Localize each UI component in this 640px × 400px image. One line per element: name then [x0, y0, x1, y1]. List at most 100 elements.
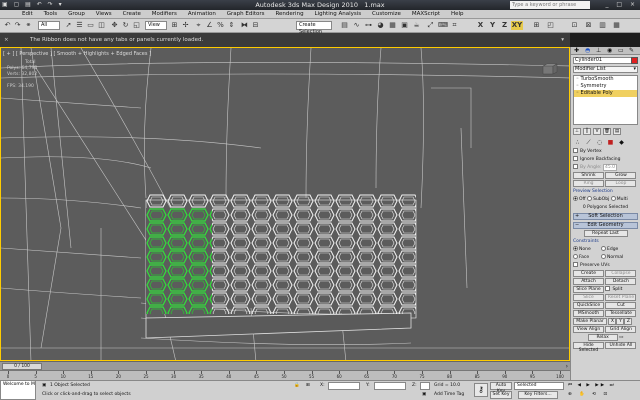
split-checkbox[interactable] [605, 286, 611, 291]
soft-selection-rollout[interactable]: + Soft Selection [573, 213, 638, 220]
modifier-list-dropdown[interactable]: Modifier List [573, 66, 638, 73]
viewcube-icon[interactable] [539, 62, 559, 76]
search-input[interactable]: Type a keyword or phrase [510, 1, 590, 9]
maxscript-listener[interactable]: Welcome to M [0, 380, 36, 400]
object-color-swatch[interactable] [631, 57, 638, 64]
menu-views[interactable]: Views [96, 10, 112, 19]
abs-rel-toggle-icon[interactable]: ⊞ [304, 382, 310, 390]
create-tab-icon[interactable]: ✚ [574, 48, 579, 54]
planar-y-button[interactable]: Y [616, 318, 625, 325]
keyboard-shortcut-icon[interactable]: ⌨ [438, 21, 448, 30]
preview-multi-radio[interactable] [610, 196, 616, 201]
relax-settings-icon[interactable]: ▭ [619, 335, 623, 340]
planar-x-button[interactable]: X [608, 318, 617, 325]
ribbon-close-icon[interactable]: × [4, 33, 9, 47]
window-controls[interactable]: _ □ × [605, 1, 638, 8]
slice-plane-button[interactable]: Slice Plane [573, 286, 604, 293]
curve-editor-icon[interactable]: ∿ [352, 21, 361, 30]
undo-icon[interactable]: ↶ [3, 21, 12, 30]
percent-snap-icon[interactable]: % [216, 21, 225, 30]
lock-selection-icon[interactable]: 🔒 [292, 382, 300, 390]
rotate-icon[interactable]: ↻ [121, 21, 130, 30]
playback-controls[interactable]: ⏮ ◀ ▶ ▶▶ ⏭ [566, 382, 616, 390]
motion-tab-icon[interactable]: ◉ [607, 48, 612, 54]
window-crossing-icon[interactable]: ◫ [97, 21, 106, 30]
vertex-level-icon[interactable]: ∴ [573, 139, 582, 147]
constraint-none-radio[interactable] [573, 246, 578, 251]
layer-icon[interactable]: ▤ [340, 21, 349, 30]
cut-button[interactable]: Cut [605, 302, 637, 309]
quickslice-button[interactable]: QuickSlice [573, 302, 604, 309]
hide-selected-button[interactable]: Hide Selected [573, 342, 604, 353]
preview-off-radio[interactable] [573, 196, 578, 201]
by-angle-row[interactable]: By Angle: 45.0 [573, 164, 638, 171]
menu-graph-editors[interactable]: Graph Editors [227, 10, 265, 19]
render-setup-icon[interactable]: ▦ [388, 21, 397, 30]
quick-access-toolbar[interactable]: ▣ ▢ ▤ ↶ ↷ ▾ [2, 1, 64, 8]
render-icon[interactable]: ☕ [412, 21, 421, 30]
time-slider[interactable]: 0 / 100 › [0, 361, 570, 370]
utilities-tab-icon[interactable]: ✎ [629, 48, 634, 54]
reset-plane-button[interactable]: Reset Plane [605, 294, 637, 301]
axis-xy-button[interactable]: XY [511, 21, 523, 30]
edit-geometry-rollout[interactable]: − Edit Geometry [573, 222, 638, 229]
configure-sets-icon[interactable]: ▤ [613, 128, 621, 135]
spinner-snap-icon[interactable]: ⇕ [227, 21, 236, 30]
transform-gizmo-icon[interactable]: ⤢ [426, 21, 435, 30]
mirror-icon[interactable]: ⧓ [240, 21, 249, 30]
ignore-backfacing-row[interactable]: Ignore Backfacing [573, 156, 638, 163]
create-button[interactable]: Create [573, 270, 604, 277]
named-selection-field[interactable]: Create Selection Set [296, 21, 332, 42]
repeat-last-button[interactable]: Repeat Last [583, 230, 628, 237]
stack-item-symmetry[interactable]: ◦ Symmetry [574, 83, 637, 90]
key-filters-button[interactable]: Key Filters... [518, 391, 558, 399]
menu-customize[interactable]: Customize [372, 10, 401, 19]
axis-x-button[interactable]: X [476, 21, 485, 30]
set-key-button[interactable]: Set Key [490, 391, 512, 399]
menu-edit[interactable]: Edit [22, 10, 33, 19]
planar-z-button[interactable]: Z [624, 318, 633, 325]
y-coord-field[interactable] [374, 382, 406, 390]
constraint-face-radio[interactable] [573, 254, 578, 259]
rect-selection-icon[interactable]: ▭ [86, 21, 95, 30]
menu-maxscript[interactable]: MAXScript [412, 10, 440, 19]
constraint-normal-radio[interactable] [601, 254, 606, 259]
viewport-layout-icon[interactable]: ⊡ [570, 21, 579, 30]
modify-tab-icon[interactable]: ◓ [585, 48, 590, 54]
reference-coord-dropdown[interactable]: View [145, 21, 167, 30]
element-level-icon[interactable]: ◆ [617, 139, 626, 147]
schematic-icon[interactable]: ⊶ [364, 21, 373, 30]
by-vertex-row[interactable]: By Vertex [573, 148, 638, 155]
key-icon[interactable]: ⚷ [474, 383, 488, 397]
scene-explorer-icon[interactable]: ▥ [598, 21, 607, 30]
perspective-viewport[interactable]: [ + ] [ Perspective ] [ Smooth + Highlig… [0, 47, 570, 361]
preserve-uvs-checkbox[interactable] [573, 262, 578, 267]
attach-button[interactable]: Attach [573, 278, 604, 285]
by-angle-value[interactable]: 45.0 [602, 164, 617, 171]
detach-button[interactable]: Detach [605, 278, 637, 285]
show-end-result-icon[interactable]: ┃ [583, 128, 591, 135]
constraint-edge-radio[interactable] [601, 246, 606, 251]
lock-icon[interactable]: ⊞ [532, 21, 541, 30]
redo-icon[interactable]: ↷ [13, 21, 22, 30]
ignore-backfacing-checkbox[interactable] [573, 156, 578, 161]
axis-y-button[interactable]: Y [488, 21, 497, 30]
menu-rendering[interactable]: Rendering [275, 10, 303, 19]
selection-filter-dropdown[interactable]: All [38, 21, 60, 30]
msmooth-button[interactable]: MSmooth [573, 310, 604, 317]
relax-button[interactable]: Relax [587, 334, 618, 341]
align-icon[interactable]: ⊟ [251, 21, 260, 30]
angle-snap-icon[interactable]: ∠ [205, 21, 214, 30]
grid-align-button[interactable]: Grid Align [605, 326, 637, 333]
border-level-icon[interactable]: ◌ [595, 139, 604, 147]
track-bar[interactable]: 0 5 10 15 20 25 30 35 40 45 50 55 60 65 70 75 80 85 90 95 10… [0, 370, 570, 380]
collapse-button[interactable]: Collapse [605, 270, 637, 277]
loop-button[interactable]: Loop [605, 180, 637, 187]
menu-group[interactable]: Group [68, 10, 85, 19]
auto-key-button[interactable]: Auto Key [490, 382, 512, 394]
manipulate-icon[interactable]: ✢ [181, 21, 190, 30]
z-coord-field[interactable] [420, 382, 430, 390]
move-icon[interactable]: ✥ [110, 21, 119, 30]
edge-level-icon[interactable]: ⟋ [584, 139, 593, 147]
menu-animation[interactable]: Animation [188, 10, 216, 19]
